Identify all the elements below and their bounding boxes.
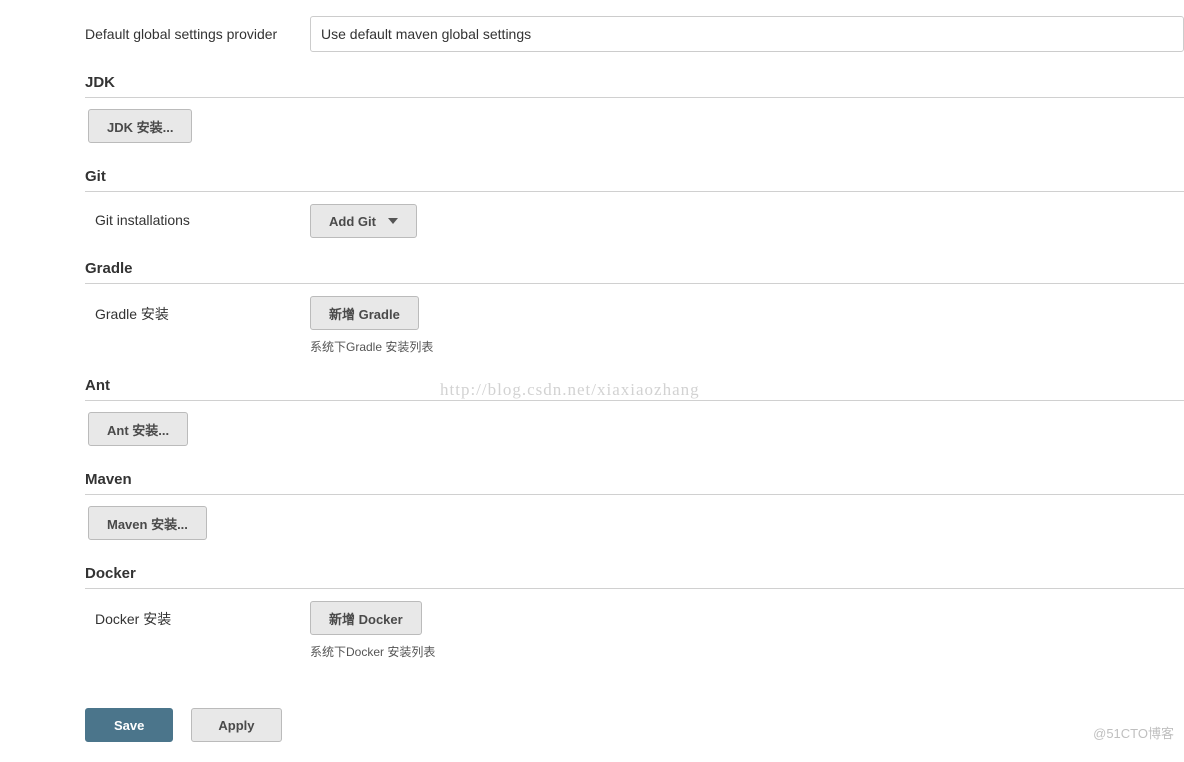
gradle-install-label: Gradle 安装 bbox=[95, 296, 310, 324]
docker-install-row: Docker 安装 新增 Docker 系统下Docker 安装列表 bbox=[85, 597, 1184, 660]
maven-install-button[interactable]: Maven 安装... bbox=[88, 506, 207, 540]
ant-install-button[interactable]: Ant 安装... bbox=[88, 412, 188, 446]
gradle-section-header: Gradle bbox=[85, 252, 1184, 284]
add-docker-button[interactable]: 新增 Docker bbox=[310, 601, 422, 635]
save-button[interactable]: Save bbox=[85, 708, 173, 742]
caret-down-icon bbox=[388, 218, 398, 224]
git-section-header: Git bbox=[85, 160, 1184, 192]
ant-section-header: Ant bbox=[85, 369, 1184, 401]
jdk-install-button[interactable]: JDK 安装... bbox=[88, 109, 192, 143]
add-gradle-button[interactable]: 新增 Gradle bbox=[310, 296, 419, 330]
maven-section-header: Maven bbox=[85, 463, 1184, 495]
apply-button[interactable]: Apply bbox=[191, 708, 281, 742]
add-git-button[interactable]: Add Git bbox=[310, 204, 417, 238]
git-installations-row: Git installations Add Git bbox=[85, 200, 1184, 238]
gradle-helper-text: 系统下Gradle 安装列表 bbox=[310, 338, 1184, 355]
jdk-section-header: JDK bbox=[85, 66, 1184, 98]
docker-helper-text: 系统下Docker 安装列表 bbox=[310, 643, 1184, 660]
docker-install-label: Docker 安装 bbox=[95, 601, 310, 629]
git-installations-label: Git installations bbox=[95, 204, 310, 228]
gradle-install-row: Gradle 安装 新增 Gradle 系统下Gradle 安装列表 bbox=[85, 292, 1184, 355]
docker-section-header: Docker bbox=[85, 557, 1184, 589]
add-git-label: Add Git bbox=[329, 214, 376, 229]
default-global-settings-row: Default global settings provider bbox=[85, 16, 1184, 52]
footer-actions: Save Apply bbox=[85, 708, 1184, 762]
corner-watermark: @51CTO博客 bbox=[1093, 723, 1174, 742]
default-global-settings-label: Default global settings provider bbox=[85, 16, 310, 42]
default-global-settings-input[interactable] bbox=[310, 16, 1184, 52]
